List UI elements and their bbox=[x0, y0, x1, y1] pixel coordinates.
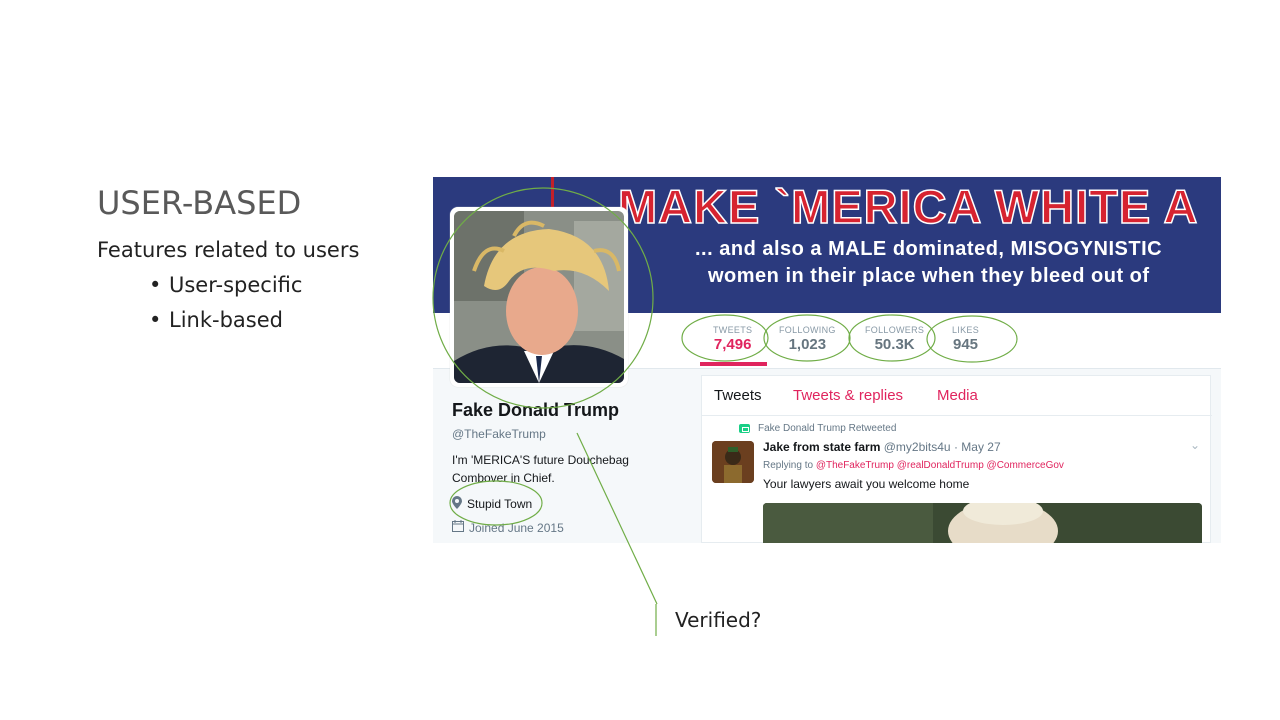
tab-tweets-replies[interactable]: Tweets & replies bbox=[793, 387, 903, 404]
profile-bio: I'm 'MERICA'S future Douchebag Combover … bbox=[452, 453, 629, 485]
profile-handle[interactable]: @TheFakeTrump bbox=[452, 427, 546, 441]
stat-value: 1,023 bbox=[788, 336, 827, 353]
map-pin-icon bbox=[452, 496, 462, 512]
banner-line-1: ... and also a MALE dominated, MISOGYNIS… bbox=[695, 238, 1163, 260]
retweet-note: Fake Donald Trump Retweeted bbox=[739, 423, 896, 434]
calendar-icon bbox=[452, 520, 464, 535]
profile-location: Stupid Town bbox=[452, 496, 532, 512]
banner-headline: MAKE `MERICA WHITE A bbox=[617, 179, 1199, 234]
retweet-icon bbox=[739, 424, 750, 433]
profile-joined: Joined June 2015 bbox=[452, 520, 564, 535]
slide-body: Features related to users User-specific … bbox=[97, 238, 359, 338]
timeline-tabs: Tweets Tweets & replies Media bbox=[702, 376, 1212, 416]
slide-title: USER-BASED bbox=[97, 184, 302, 222]
banner-divider bbox=[551, 177, 554, 207]
tab-media[interactable]: Media bbox=[937, 387, 978, 404]
stat-followers[interactable]: FOLLOWERS 50.3K bbox=[865, 325, 924, 353]
avatar-image bbox=[454, 211, 624, 383]
slide-lead: Features related to users bbox=[97, 238, 360, 262]
stat-value: 7,496 bbox=[713, 336, 752, 353]
active-tab-indicator bbox=[700, 362, 767, 366]
tweet-author-name[interactable]: Jake from state farm bbox=[763, 440, 880, 454]
stat-label: LIKES bbox=[952, 325, 980, 335]
stat-label: FOLLOWERS bbox=[865, 325, 925, 335]
tab-tweets[interactable]: Tweets bbox=[714, 387, 762, 404]
bullet-link-based: Link-based bbox=[149, 303, 359, 338]
timeline: Tweets Tweets & replies Media Fake Donal… bbox=[701, 375, 1212, 543]
profile-name[interactable]: Fake Donald Trump bbox=[452, 400, 619, 421]
tweet-media[interactable] bbox=[763, 503, 1202, 543]
stat-following[interactable]: FOLLOWING 1,023 bbox=[779, 325, 836, 353]
tweet-separator: · bbox=[953, 440, 958, 454]
bullet-user-specific: User-specific bbox=[149, 268, 359, 303]
retweet-text[interactable]: Fake Donald Trump Retweeted bbox=[758, 423, 896, 434]
bullet-list: User-specific Link-based bbox=[149, 268, 359, 338]
profile-screenshot: MAKE `MERICA WHITE A ... and also a MALE… bbox=[433, 177, 1221, 543]
profile-avatar[interactable] bbox=[450, 207, 628, 387]
stat-value: 945 bbox=[952, 336, 979, 353]
replying-mentions[interactable]: @TheFakeTrump @realDonaldTrump @Commerce… bbox=[816, 460, 1064, 471]
stat-tweets[interactable]: TWEETS 7,496 bbox=[713, 325, 752, 353]
replying-label: Replying to bbox=[763, 460, 814, 471]
stat-value: 50.3K bbox=[874, 336, 915, 353]
tweet-date[interactable]: May 27 bbox=[961, 440, 1000, 454]
tweet-author-avatar[interactable] bbox=[712, 441, 754, 483]
tweet-replying: Replying to @TheFakeTrump @realDonaldTru… bbox=[763, 460, 1064, 471]
chevron-down-icon[interactable]: ⌄ bbox=[1190, 438, 1200, 452]
joined-text: Joined June 2015 bbox=[469, 520, 564, 535]
stat-label: FOLLOWING bbox=[779, 325, 836, 335]
tweet-text: Your lawyers await you welcome home bbox=[763, 477, 970, 491]
stat-likes[interactable]: LIKES 945 bbox=[952, 325, 979, 353]
tweet-header: Jake from state farm @my2bits4u · May 27 bbox=[763, 440, 1001, 454]
location-text: Stupid Town bbox=[467, 497, 533, 511]
verified-callout: Verified? bbox=[675, 608, 762, 632]
stat-label: TWEETS bbox=[713, 325, 753, 335]
tweet-author-handle[interactable]: @my2bits4u bbox=[884, 440, 951, 454]
banner-line-2: women in their place when they bleed out… bbox=[708, 265, 1150, 287]
